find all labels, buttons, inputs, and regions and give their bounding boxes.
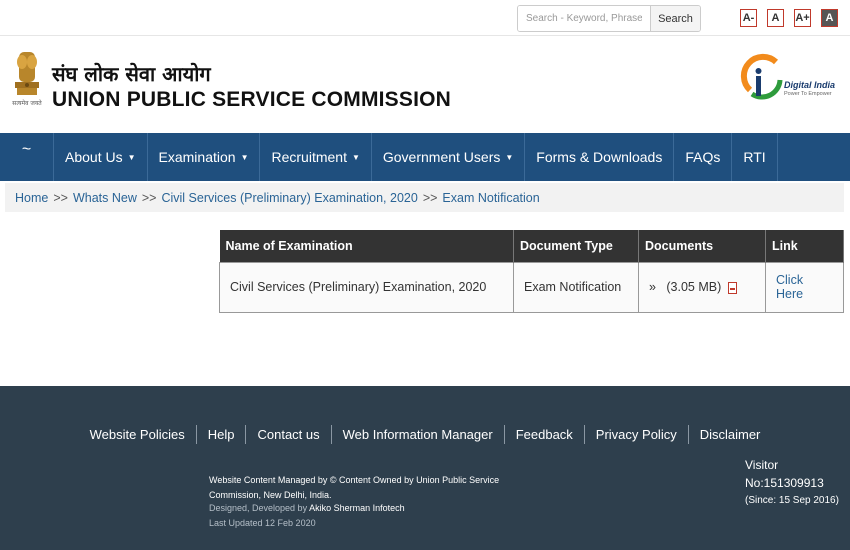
click-here-link[interactable]: Click Here <box>765 261 844 313</box>
footer-link-feedback[interactable]: Feedback <box>505 425 585 444</box>
nav-item-label: About Us <box>65 149 123 165</box>
pdf-icon[interactable] <box>727 281 737 294</box>
main-nav: ~ About Us ▼ Examination ▼ Recruitment ▼ Go… <box>0 133 850 181</box>
caret-down-icon: ▼ <box>240 152 249 162</box>
caret-down-icon: ▼ <box>127 152 136 162</box>
national-emblem-logo: सत्यमेव जयते <box>12 52 42 107</box>
footer-link-help[interactable]: Help <box>197 425 247 444</box>
footer-link-contact-us[interactable]: Contact us <box>246 425 332 444</box>
column-header-type: Document Type <box>513 230 639 262</box>
font-normal-button[interactable]: A <box>767 9 784 27</box>
table-row: Civil Services (Preliminary) Examination… <box>219 261 844 313</box>
hindi-title: संघ लोक सेवा आयोग <box>52 62 211 86</box>
breadcrumb-separator: >> <box>141 190 157 205</box>
digital-india-logo[interactable]: Digital India Power To Empower <box>740 50 840 110</box>
search-input[interactable] <box>518 6 650 31</box>
document-download-cell[interactable]: » (3.05 MB) <box>638 261 766 313</box>
nav-item-recruitment[interactable]: Recruitment ▼ <box>260 133 372 181</box>
footer-link-web-information-manager[interactable]: Web Information Manager <box>332 425 505 444</box>
nav-item-label: FAQs <box>685 149 721 165</box>
breadcrumb-separator: >> <box>53 190 68 205</box>
designer-name[interactable]: Akiko Sherman Infotech <box>309 503 405 513</box>
breadcrumb: Home >> Whats New >> Civil Services (Pre… <box>5 183 844 212</box>
column-header-link: Link <box>765 230 844 262</box>
breadcrumb-whats-new[interactable]: Whats New <box>73 191 137 205</box>
search-button[interactable]: Search <box>650 6 700 31</box>
english-title: UNION PUBLIC SERVICE COMMISSION <box>52 88 452 111</box>
nav-item-label: RTI <box>743 149 766 165</box>
footer-links: Website Policies Help Contact us Web Inf… <box>0 425 850 444</box>
font-decrease-button[interactable]: A- <box>740 9 757 27</box>
site-header: सत्यमेव जयते संघ लोक सेवा आयोग UNION PUB… <box>0 36 850 133</box>
exam-name-cell: Civil Services (Preliminary) Examination… <box>219 261 514 313</box>
exam-notification-table: Name of Examination Document Type Docume… <box>219 230 844 313</box>
high-contrast-button[interactable]: A <box>821 9 838 27</box>
nav-home[interactable]: ~ <box>0 133 54 181</box>
nav-item-about-us[interactable]: About Us ▼ <box>54 133 148 181</box>
nav-item-label: Examination <box>158 149 236 165</box>
digital-india-icon <box>740 53 783 100</box>
emblem-motto: सत्यमेव जयते <box>12 99 42 107</box>
breadcrumb-home[interactable]: Home <box>15 191 48 205</box>
nav-item-rti[interactable]: RTI <box>732 133 778 181</box>
breadcrumb-exam[interactable]: Civil Services (Preliminary) Examination… <box>161 191 417 205</box>
nav-item-forms-downloads[interactable]: Forms & Downloads <box>525 133 675 181</box>
footer-link-privacy-policy[interactable]: Privacy Policy <box>585 425 689 444</box>
last-updated-text: Last Updated 12 Feb 2020 <box>209 518 316 528</box>
table-header-row: Name of Examination Document Type Docume… <box>219 230 844 262</box>
designed-by-text: Designed, Developed by Akiko Sherman Inf… <box>209 503 405 513</box>
site-footer: Website Policies Help Contact us Web Inf… <box>0 386 850 550</box>
top-bar: Search A- A A+ A <box>0 0 850 36</box>
footer-link-disclaimer[interactable]: Disclaimer <box>689 425 772 444</box>
breadcrumb-current: Exam Notification <box>442 190 540 205</box>
column-header-name: Name of Examination <box>219 230 514 262</box>
visitor-since: (Since: 15 Sep 2016) <box>745 495 839 506</box>
caret-down-icon: ▼ <box>351 152 360 162</box>
column-header-documents: Documents <box>638 230 766 262</box>
document-type-cell: Exam Notification <box>513 261 639 313</box>
designed-by-prefix: Designed, Developed by <box>209 503 308 513</box>
nav-item-label: Government Users <box>382 149 501 165</box>
visitor-number: No:151309913 <box>745 476 824 490</box>
breadcrumb-separator: >> <box>422 190 438 205</box>
search-box: Search <box>517 5 701 32</box>
visitor-label: Visitor <box>745 458 779 472</box>
document-size[interactable]: (3.05 MB) <box>666 280 721 294</box>
nav-item-government-users[interactable]: Government Users ▼ <box>372 133 526 181</box>
nav-item-label: Forms & Downloads <box>536 149 663 165</box>
digital-india-tagline: Power To Empower <box>784 91 832 97</box>
nav-item-examination[interactable]: Examination ▼ <box>148 133 261 181</box>
font-increase-button[interactable]: A+ <box>794 9 811 27</box>
digital-india-text: Digital India <box>784 80 836 90</box>
caret-down-icon: ▼ <box>505 152 514 162</box>
footer-link-website-policies[interactable]: Website Policies <box>79 425 197 444</box>
nav-item-faqs[interactable]: FAQs <box>674 133 733 181</box>
document-prefix: » <box>649 280 656 294</box>
content-managed-text: Website Content Managed by © Content Own… <box>209 475 500 500</box>
font-size-controls: A- A A+ A <box>740 9 838 27</box>
visitor-counter: Visitor No:151309913 (Since: 15 Sep 2016… <box>745 456 839 510</box>
nav-item-label: Recruitment <box>271 149 347 165</box>
